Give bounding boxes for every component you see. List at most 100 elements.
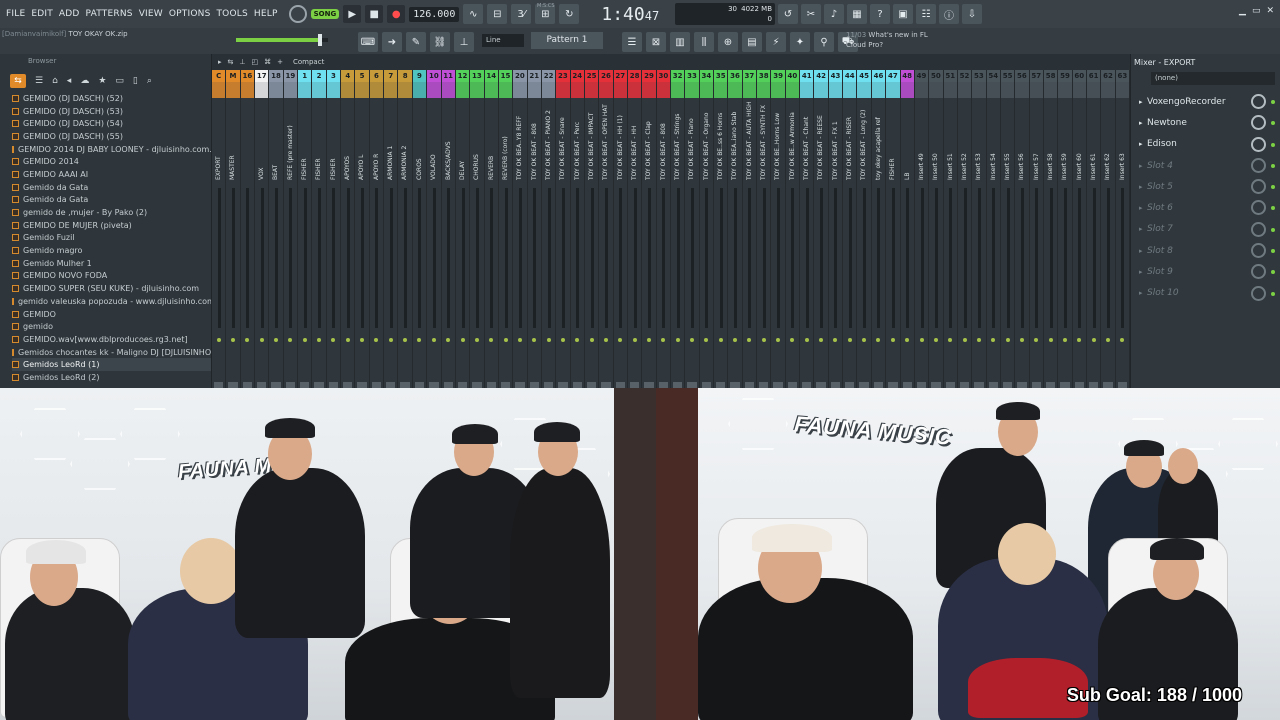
menu-tools[interactable]: TOOLS: [213, 9, 250, 19]
strip-mute-led[interactable]: [718, 338, 723, 342]
slot-enable-led[interactable]: [1271, 121, 1275, 126]
slot-enable-led[interactable]: [1271, 291, 1275, 296]
strip-mute-led[interactable]: [919, 338, 924, 342]
strip-mute-led[interactable]: [962, 338, 967, 342]
mixer-strip[interactable]: 34 TOY OK BEAT - Organo: [699, 70, 715, 388]
master-volume-handle[interactable]: [318, 34, 322, 46]
strip-fader[interactable]: [691, 188, 695, 328]
strip-fader[interactable]: [275, 188, 279, 328]
mixer-strip[interactable]: 53 Insert 53: [972, 70, 987, 388]
strip-mute-led[interactable]: [1077, 338, 1082, 342]
cpu-icon[interactable]: ▦: [847, 4, 867, 24]
browser-file[interactable]: GEMIDO 2014: [12, 155, 211, 168]
strip-fader[interactable]: [490, 188, 494, 328]
mixer-strip[interactable]: 48 LB: [900, 70, 915, 388]
browser-file[interactable]: Gemidos LeoRd (2): [12, 371, 211, 384]
effect-slot[interactable]: ▸ VoxengoRecorder: [1131, 91, 1280, 112]
mixer-strip[interactable]: 25 TOY OK BEAT - IMPACT: [584, 70, 600, 388]
slot-enable-led[interactable]: [1271, 142, 1275, 147]
strip-fader[interactable]: [662, 188, 666, 328]
save-icon[interactable]: ▣: [893, 4, 913, 24]
effect-slot[interactable]: ▸ Newtone: [1131, 112, 1280, 133]
mixer-arrows-icon[interactable]: ⇆: [228, 58, 234, 66]
mixer-strip[interactable]: 5 APOYO L: [355, 70, 370, 388]
mixer-strip[interactable]: 43 TOY OK BEAT - FX 1: [828, 70, 844, 388]
slot-mix-knob[interactable]: [1251, 243, 1266, 259]
strip-mute-led[interactable]: [933, 338, 938, 342]
strip-mute-led[interactable]: [833, 338, 838, 342]
strip-mute-led[interactable]: [776, 338, 781, 342]
mixer-strip[interactable]: 28 TOY OK BEAT - HH: [627, 70, 643, 388]
strip-mute-led[interactable]: [517, 338, 522, 342]
strip-fader[interactable]: [777, 188, 781, 328]
strip-fader[interactable]: [748, 188, 752, 328]
strip-fader[interactable]: [647, 188, 651, 328]
slot-mix-knob[interactable]: [1251, 115, 1266, 131]
browser-favorite-icon[interactable]: ★: [98, 76, 106, 86]
strip-mute-led[interactable]: [446, 338, 451, 342]
strip-mute-led[interactable]: [460, 338, 465, 342]
browser-file[interactable]: Gemido Fuzil: [12, 232, 211, 245]
microphone-icon[interactable]: ♪: [824, 4, 844, 24]
mixer-strip[interactable]: 13 CHORUS: [470, 70, 485, 388]
strip-mute-led[interactable]: [976, 338, 981, 342]
browser-file[interactable]: GEMIDO 2014 DJ BABY LOONEY - djluisinho.…: [12, 143, 211, 156]
effect-slot[interactable]: ▸ Slot 7: [1131, 219, 1280, 240]
browser-file[interactable]: Gemido da Gata: [12, 194, 211, 207]
mixer-strip[interactable]: 45 TOY OK BEAT - Long (2): [857, 70, 872, 388]
slot-mix-knob[interactable]: [1251, 285, 1266, 301]
mixer-strip[interactable]: M MASTER: [226, 70, 241, 388]
undo-icon[interactable]: ↺: [778, 4, 798, 24]
browser-icon[interactable]: ▤: [742, 32, 762, 52]
mixer-add-icon[interactable]: +: [277, 58, 283, 66]
mixer-strip[interactable]: C EXPORT: [212, 70, 227, 388]
mixer-strip[interactable]: 61 Insert 61: [1086, 70, 1102, 388]
minimize-icon[interactable]: ▁: [1239, 6, 1246, 16]
strip-fader[interactable]: [949, 188, 953, 328]
strip-fader[interactable]: [1106, 188, 1110, 328]
mixer-anchor-icon[interactable]: ⊥: [239, 58, 245, 66]
piano-roll-icon[interactable]: ▥: [670, 32, 690, 52]
strip-mute-led[interactable]: [1034, 338, 1039, 342]
tempo-knob[interactable]: [288, 5, 307, 23]
mixer-strip[interactable]: 49 Insert 49: [914, 70, 930, 388]
mixer-strip[interactable]: 47 FISHER: [886, 70, 901, 388]
strip-mute-led[interactable]: [862, 338, 867, 342]
news-panel[interactable]: 11/03 What's new in FL Cloud Pro?: [846, 30, 928, 50]
slot-arrow-icon[interactable]: ▸: [1139, 183, 1147, 191]
strip-fader[interactable]: [1020, 188, 1024, 328]
browser-file[interactable]: GEMIDO (DJ DASCH) (52): [12, 92, 211, 105]
pencil-icon[interactable]: ✎: [406, 32, 426, 52]
strip-fader[interactable]: [906, 188, 910, 328]
countdown-icon[interactable]: 3⁄: [511, 4, 532, 24]
strip-fader[interactable]: [992, 188, 996, 328]
strip-mute-led[interactable]: [618, 338, 623, 342]
browser-star-icon[interactable]: ⌂: [52, 76, 58, 86]
strip-fader[interactable]: [920, 188, 924, 328]
mixer-strip[interactable]: 27 TOY OK BEAT - HH (1): [613, 70, 628, 388]
mixer-strip[interactable]: 55 Insert 55: [1000, 70, 1016, 388]
browser-file[interactable]: GEMIDO DE MUJER (piveta): [12, 219, 211, 232]
strip-fader[interactable]: [863, 188, 867, 328]
strip-fader[interactable]: [576, 188, 580, 328]
help-icon[interactable]: ?: [870, 4, 890, 24]
slot-enable-led[interactable]: [1271, 249, 1275, 254]
mixer-window-icon[interactable]: ⫼: [694, 32, 714, 52]
stamp-icon[interactable]: ⊥: [454, 32, 474, 52]
mixer-strip[interactable]: 10 VOLADO: [427, 70, 442, 388]
mixer-strip[interactable]: 58 Insert 58: [1043, 70, 1059, 388]
strip-fader[interactable]: [604, 188, 608, 328]
plugin-icon[interactable]: ⊕: [718, 32, 738, 52]
info-icon[interactable]: ⓘ: [939, 4, 959, 24]
strip-fader[interactable]: [361, 188, 365, 328]
browser-file[interactable]: Gemido Mulher 1: [12, 257, 211, 270]
strip-mute-led[interactable]: [646, 338, 651, 342]
browser-file[interactable]: Gemido magro: [12, 244, 211, 257]
browser-file[interactable]: GEMIDO.wav[www.dblproducoes.rg3.net]: [12, 333, 211, 346]
mixer-strip[interactable]: 44 TOY OK BEAT - RISER: [843, 70, 858, 388]
slot-mix-knob[interactable]: [1251, 136, 1266, 152]
mixer-strip[interactable]: 30 TOY OK BEAT - 808: [656, 70, 671, 388]
slot-mix-knob[interactable]: [1251, 221, 1266, 237]
mixer-strip[interactable]: 20 TOY OK BEA..Y8 REFF: [513, 70, 528, 388]
browser-file[interactable]: gemido valeuska popozuda - www.djluisinh…: [12, 295, 211, 308]
